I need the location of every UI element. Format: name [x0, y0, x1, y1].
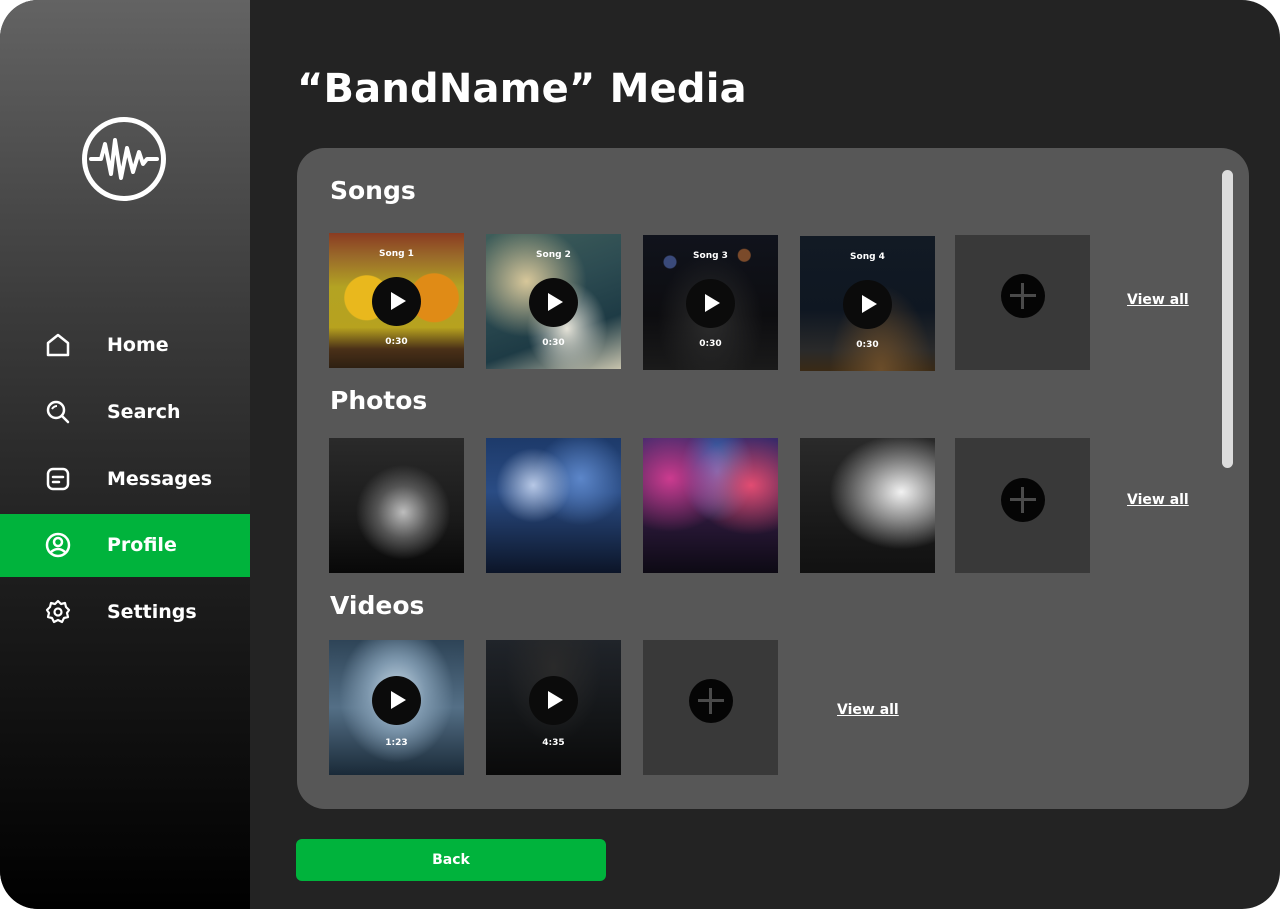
nav-item-profile[interactable]: Profile — [0, 514, 250, 577]
song-duration: 0:30 — [699, 339, 722, 349]
gear-icon — [45, 599, 71, 624]
search-icon — [46, 400, 70, 424]
message-icon — [46, 467, 70, 491]
play-icon[interactable] — [372, 277, 421, 326]
play-icon[interactable] — [529, 278, 578, 327]
photo-tile[interactable] — [643, 438, 778, 573]
video-tile[interactable]: 1:23 — [329, 640, 464, 775]
play-icon[interactable] — [843, 280, 892, 329]
scrollbar[interactable] — [1222, 170, 1233, 468]
photo-tile[interactable] — [486, 438, 621, 573]
nav-item-home[interactable]: Home — [0, 314, 250, 377]
song-tile[interactable]: Song 1 0:30 — [329, 233, 464, 368]
video-tile[interactable]: 4:35 — [486, 640, 621, 775]
song-tile[interactable]: Song 3 0:30 — [643, 235, 778, 370]
nav-label-home: Home — [107, 334, 169, 356]
video-duration: 4:35 — [542, 738, 565, 748]
song-title: Song 4 — [850, 252, 885, 262]
photos-section-title: Photos — [330, 386, 428, 415]
add-video-button[interactable] — [643, 640, 778, 775]
song-duration: 0:30 — [856, 340, 879, 350]
nav-label-profile: Profile — [107, 534, 177, 556]
songs-view-all-link[interactable]: View all — [1127, 292, 1189, 308]
songs-section-title: Songs — [330, 176, 416, 205]
home-icon — [46, 333, 70, 357]
sidebar: Home Search Messages Profile Settings — [0, 0, 250, 909]
nav-item-settings[interactable]: Settings — [0, 581, 250, 644]
nav-item-messages[interactable]: Messages — [0, 448, 250, 511]
waveform-icon[interactable] — [82, 117, 166, 201]
song-duration: 0:30 — [385, 337, 408, 347]
plus-icon — [689, 679, 733, 723]
nav-label-search: Search — [107, 401, 181, 423]
song-title: Song 3 — [693, 251, 728, 261]
play-icon[interactable] — [686, 279, 735, 328]
user-icon — [45, 532, 71, 558]
app-window: Home Search Messages Profile Settings “B… — [0, 0, 1280, 909]
photo-tile[interactable] — [800, 438, 935, 573]
plus-icon — [1001, 274, 1045, 318]
nav-label-settings: Settings — [107, 601, 197, 623]
song-duration: 0:30 — [542, 338, 565, 348]
plus-icon — [1001, 478, 1045, 522]
nav-label-messages: Messages — [107, 468, 213, 490]
videos-view-all-link[interactable]: View all — [837, 702, 899, 718]
add-photo-button[interactable] — [955, 438, 1090, 573]
photo-tile[interactable] — [329, 438, 464, 573]
play-icon[interactable] — [372, 676, 421, 725]
song-title: Song 1 — [379, 249, 414, 259]
add-song-button[interactable] — [955, 235, 1090, 370]
video-duration: 1:23 — [385, 738, 408, 748]
song-title: Song 2 — [536, 250, 571, 260]
back-button[interactable]: Back — [296, 839, 606, 881]
nav-item-search[interactable]: Search — [0, 381, 250, 444]
page-title: “BandName” Media — [297, 66, 747, 112]
song-tile[interactable]: Song 4 0:30 — [800, 236, 935, 371]
videos-section-title: Videos — [330, 591, 425, 620]
photos-view-all-link[interactable]: View all — [1127, 492, 1189, 508]
song-tile[interactable]: Song 2 0:30 — [486, 234, 621, 369]
play-icon[interactable] — [529, 676, 578, 725]
